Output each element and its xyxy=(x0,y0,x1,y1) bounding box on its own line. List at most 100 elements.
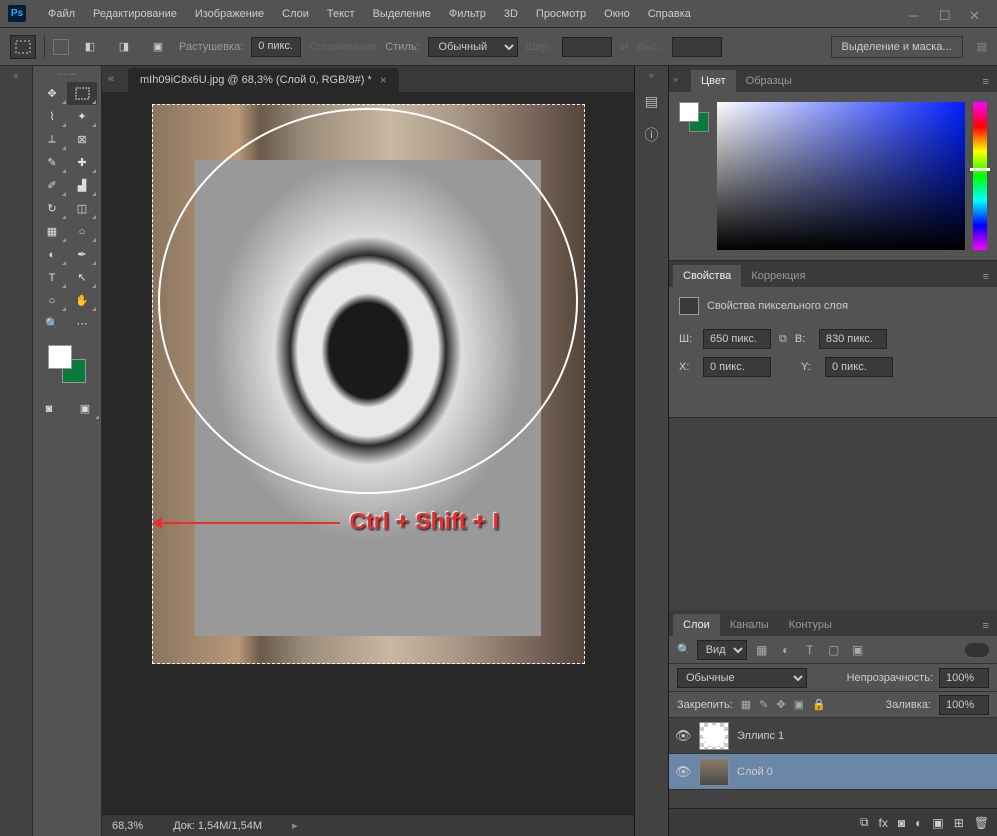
move-tool[interactable]: ✥ xyxy=(37,82,67,105)
shape-tool[interactable]: ○ xyxy=(37,289,67,312)
filter-kind-select[interactable]: Вид xyxy=(697,640,747,660)
collapse-chevron-icon[interactable]: « xyxy=(0,70,32,82)
width-field[interactable]: 650 пикс. xyxy=(703,329,771,349)
selection-mode-new[interactable] xyxy=(53,39,69,55)
quickmask-tool[interactable]: ◙ xyxy=(34,397,64,420)
delete-layer-icon[interactable]: 🗑 xyxy=(974,816,989,830)
hue-slider[interactable] xyxy=(973,102,987,250)
new-layer-icon[interactable]: ⊞ xyxy=(954,816,964,830)
doc-size-info[interactable]: Док: 1,54M/1,54M xyxy=(173,820,262,832)
foreground-background-colors[interactable] xyxy=(48,345,86,383)
select-and-mask-button[interactable]: Выделение и маска... xyxy=(831,36,963,58)
opacity-field[interactable]: 100% xyxy=(939,668,989,688)
menu-edit[interactable]: Редактирование xyxy=(85,4,185,24)
eyedropper-tool[interactable]: ✎ xyxy=(37,151,67,174)
menu-view[interactable]: Просмотр xyxy=(528,4,594,24)
color-panel-swatches[interactable] xyxy=(679,102,709,132)
lock-position-icon[interactable]: ✥ xyxy=(776,698,785,711)
type-tool[interactable]: T xyxy=(37,266,67,289)
lasso-tool[interactable]: ⌇ xyxy=(37,105,67,128)
tab-layers[interactable]: Слои xyxy=(673,614,720,636)
menu-layer[interactable]: Слои xyxy=(274,4,317,24)
menu-help[interactable]: Справка xyxy=(640,4,699,24)
tab-adjustments[interactable]: Коррекция xyxy=(741,265,815,287)
panel-menu-icon[interactable]: ≡ xyxy=(975,267,997,287)
dodge-tool[interactable]: ◐ xyxy=(37,243,67,266)
filter-pixel-icon[interactable]: ▦ xyxy=(753,641,771,659)
expand-chevron-icon[interactable]: « xyxy=(649,70,654,80)
minimize-button[interactable]: ─ xyxy=(909,8,921,20)
lock-all-icon[interactable]: 🔒 xyxy=(812,698,826,711)
status-chevron-icon[interactable]: ▸ xyxy=(292,819,298,832)
panel-fg-color[interactable] xyxy=(679,102,699,122)
hand-tool[interactable]: ✋ xyxy=(67,289,97,312)
tab-properties[interactable]: Свойства xyxy=(673,265,741,287)
maximize-button[interactable]: ☐ xyxy=(939,8,951,20)
crop-tool[interactable]: ⟂ xyxy=(37,128,67,151)
filter-shape-icon[interactable]: ▢ xyxy=(825,641,843,659)
filter-type-icon[interactable]: T xyxy=(801,641,819,659)
document-canvas[interactable]: Ctrl + Shift + I xyxy=(152,104,585,664)
layer-thumbnail[interactable] xyxy=(699,722,729,750)
lock-pixels-icon[interactable]: ▦ xyxy=(741,698,751,711)
filter-adjust-icon[interactable]: ◐ xyxy=(777,641,795,659)
frame-tool[interactable]: ⊠ xyxy=(67,128,97,151)
tab-paths[interactable]: Контуры xyxy=(779,614,842,636)
magic-wand-tool[interactable]: ✦ xyxy=(67,105,97,128)
visibility-toggle-icon[interactable]: 👁 xyxy=(675,764,691,780)
edit-toolbar[interactable]: ⋯ xyxy=(67,312,97,335)
selection-mode-intersect[interactable]: ▣ xyxy=(145,35,171,59)
link-wh-icon[interactable]: ⧉ xyxy=(779,333,787,346)
adjustment-layer-icon[interactable]: ◐ xyxy=(915,816,922,830)
layer-thumbnail[interactable] xyxy=(699,758,729,786)
tools-grip[interactable]: ┅┅┅ xyxy=(33,70,101,82)
style-select[interactable]: Обычный xyxy=(428,37,518,57)
lock-brush-icon[interactable]: ✎ xyxy=(759,698,768,711)
selection-mode-subtract[interactable]: ◨ xyxy=(111,35,137,59)
x-field[interactable]: 0 пикс. xyxy=(703,357,771,377)
healing-brush-tool[interactable]: ✚ xyxy=(67,151,97,174)
panel-menu-icon[interactable]: ≡ xyxy=(975,72,997,92)
menu-file[interactable]: Файл xyxy=(40,4,83,24)
blur-tool[interactable]: ○ xyxy=(67,220,97,243)
history-panel-icon[interactable]: ▤ xyxy=(639,88,665,114)
clone-stamp-tool[interactable]: ▟ xyxy=(67,174,97,197)
height-field[interactable]: 830 пикс. xyxy=(819,329,887,349)
close-button[interactable]: ✕ xyxy=(969,8,981,20)
canvas-viewport[interactable]: Ctrl + Shift + I xyxy=(102,92,634,814)
tab-swatches[interactable]: Образцы xyxy=(736,70,802,92)
blend-mode-select[interactable]: Обычные xyxy=(677,668,807,688)
menu-filter[interactable]: Фильтр xyxy=(441,4,494,24)
menu-type[interactable]: Текст xyxy=(319,4,363,24)
tab-chevron-icon[interactable]: « xyxy=(108,73,128,85)
filter-smart-icon[interactable]: ▣ xyxy=(849,641,867,659)
brush-tool[interactable]: ✐ xyxy=(37,174,67,197)
lock-artboard-icon[interactable]: ▣ xyxy=(794,698,804,711)
panel-chevron-icon[interactable]: » xyxy=(673,74,691,84)
pen-tool[interactable]: ✒ xyxy=(67,243,97,266)
fill-field[interactable]: 100% xyxy=(939,695,989,715)
layer-name[interactable]: Слой 0 xyxy=(737,766,991,778)
info-panel-icon[interactable]: ⓘ xyxy=(639,122,665,148)
current-tool-indicator[interactable] xyxy=(10,35,36,59)
filter-toggle[interactable] xyxy=(965,643,989,657)
gradient-tool[interactable]: ▦ xyxy=(37,220,67,243)
layer-name[interactable]: Эллипс 1 xyxy=(737,730,991,742)
layer-row[interactable]: 👁 Эллипс 1 xyxy=(669,718,997,754)
visibility-toggle-icon[interactable]: 👁 xyxy=(675,728,691,744)
layer-style-icon[interactable]: fx xyxy=(879,816,888,830)
tab-channels[interactable]: Каналы xyxy=(720,614,779,636)
layer-mask-icon[interactable]: ◙ xyxy=(898,816,905,830)
path-selection-tool[interactable]: ↖ xyxy=(67,266,97,289)
screen-mode-tool[interactable]: ▣ xyxy=(70,397,100,420)
layer-row[interactable]: 👁 Слой 0 xyxy=(669,754,997,790)
marquee-tool[interactable] xyxy=(67,82,97,105)
color-field[interactable] xyxy=(717,102,965,250)
menu-select[interactable]: Выделение xyxy=(365,4,439,24)
menu-window[interactable]: Окно xyxy=(596,4,638,24)
selection-mode-add[interactable]: ◧ xyxy=(77,35,103,59)
eraser-tool[interactable]: ◫ xyxy=(67,197,97,220)
y-field[interactable]: 0 пикс. xyxy=(825,357,893,377)
group-icon[interactable]: ▣ xyxy=(932,816,943,830)
document-tab[interactable]: mIh09iC8x6U.jpg @ 68,3% (Слой 0, RGB/8#)… xyxy=(128,68,399,92)
